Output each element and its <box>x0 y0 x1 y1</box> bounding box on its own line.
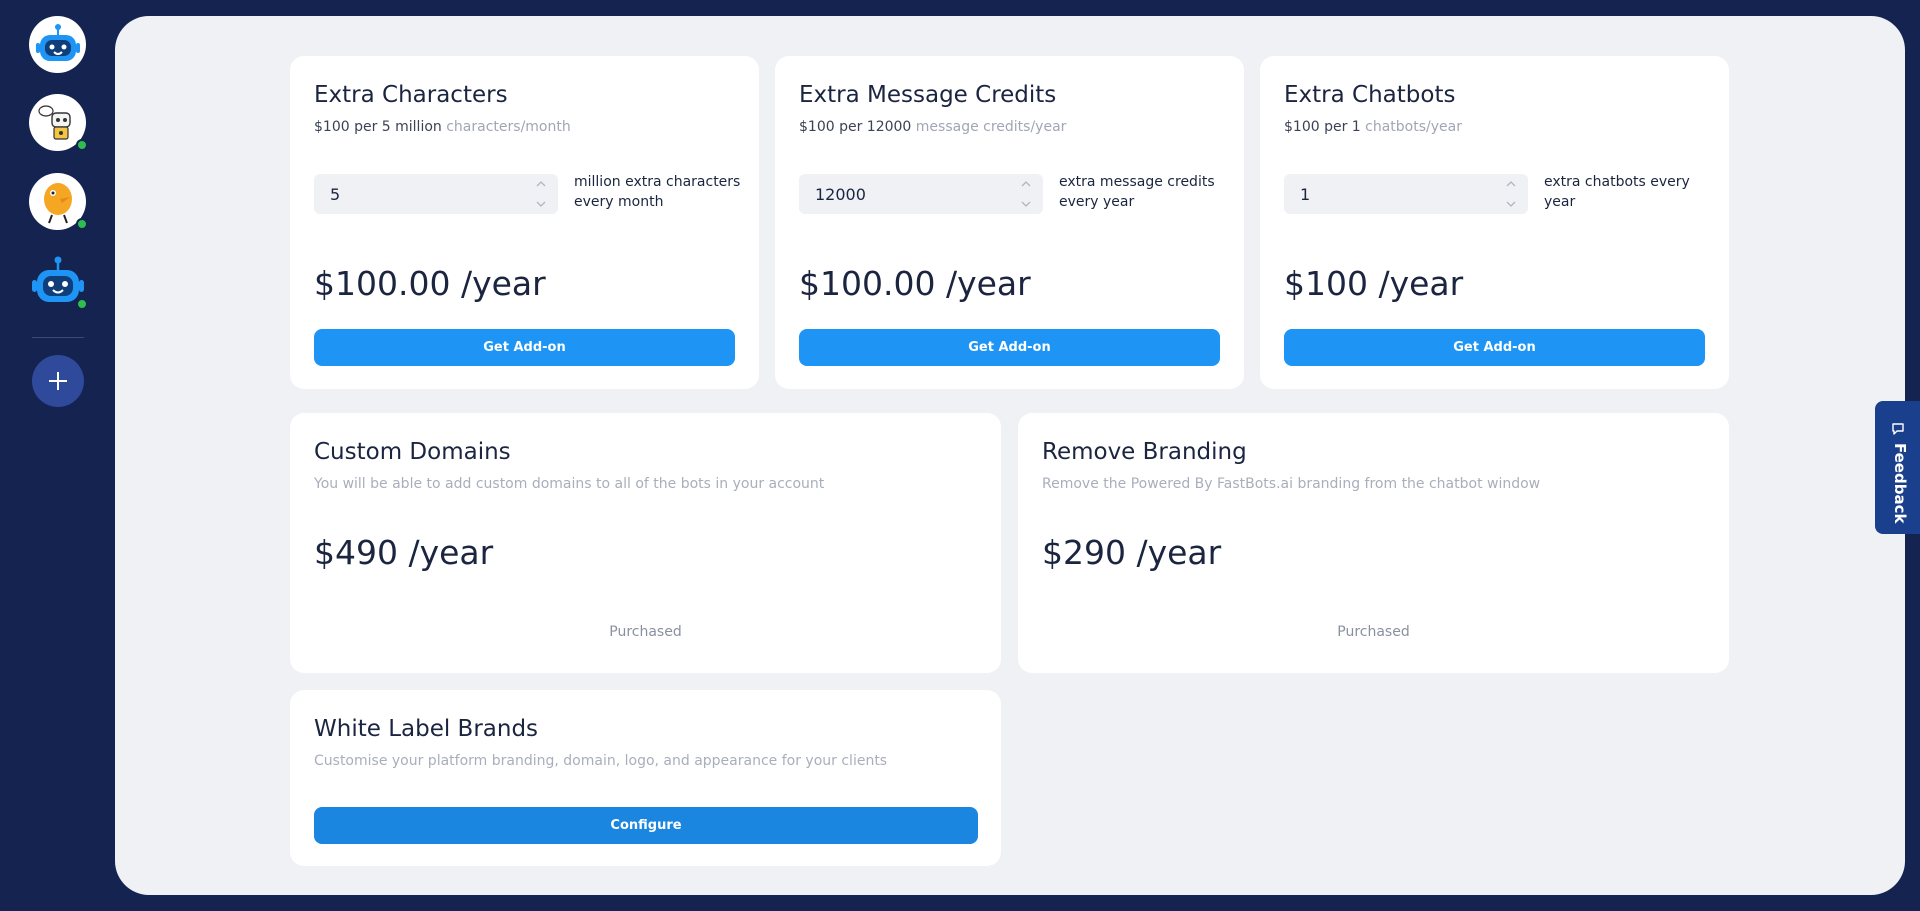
card-description: Customise your platform branding, domain… <box>314 753 888 769</box>
get-addon-button[interactable]: Get Add-on <box>1284 329 1705 366</box>
chevron-up-icon[interactable] <box>1021 181 1031 187</box>
card-price: $100 /year <box>1284 264 1464 303</box>
card-price: $290 /year <box>1042 533 1222 572</box>
card-title: White Label Brands <box>314 716 539 742</box>
bot-avatar-3[interactable] <box>29 173 88 230</box>
quantity-stepper[interactable] <box>1021 181 1031 207</box>
robot-thinking-icon <box>37 104 71 140</box>
quantity-stepper[interactable] <box>536 181 546 207</box>
online-status-dot <box>76 139 88 151</box>
add-bot-button[interactable] <box>32 355 84 407</box>
addon-card-extra-message-credits: Extra Message Credits $100 per 12000 mes… <box>775 56 1244 389</box>
card-title: Custom Domains <box>314 439 511 465</box>
online-status-dot <box>76 218 88 230</box>
configure-button[interactable]: Configure <box>314 807 978 844</box>
purchased-status: Purchased <box>609 624 682 640</box>
sidebar <box>0 0 115 911</box>
quantity-label: extra message credits every year <box>1059 174 1215 210</box>
card-price-line: $100 per 12000 message credits/year <box>799 119 1066 135</box>
card-price-line: $100 per 1 chatbots/year <box>1284 119 1462 135</box>
bot-avatar-4[interactable] <box>29 253 88 310</box>
card-price: $100.00 /year <box>799 264 1031 303</box>
card-title: Remove Branding <box>1042 439 1247 465</box>
unit-label: chatbots/year <box>1365 119 1462 135</box>
card-price: $490 /year <box>314 533 494 572</box>
addon-card-extra-characters: Extra Characters $100 per 5 million char… <box>290 56 759 389</box>
price-per-unit: $100 per 12000 <box>799 119 912 135</box>
bot-avatar-1[interactable] <box>29 16 86 73</box>
chevron-up-icon[interactable] <box>536 181 546 187</box>
yellow-mascot-icon <box>43 182 72 223</box>
addon-card-white-label-brands: White Label Brands Customise your platfo… <box>290 690 1001 866</box>
addon-card-remove-branding: Remove Branding Remove the Powered By Fa… <box>1018 413 1729 673</box>
card-title: Extra Characters <box>314 82 508 108</box>
chevron-down-icon[interactable] <box>1506 201 1516 207</box>
card-price-line: $100 per 5 million characters/month <box>314 119 571 135</box>
addon-card-extra-chatbots: Extra Chatbots $100 per 1 chatbots/year … <box>1260 56 1729 389</box>
plus-icon <box>49 372 67 390</box>
quantity-input[interactable]: 1 <box>1284 174 1528 214</box>
online-status-dot <box>76 298 88 310</box>
chevron-up-icon[interactable] <box>1506 181 1516 187</box>
quantity-input[interactable]: 5 <box>314 174 558 214</box>
get-addon-button[interactable]: Get Add-on <box>314 329 735 366</box>
quantity-value: 1 <box>1300 184 1311 204</box>
get-addon-button[interactable]: Get Add-on <box>799 329 1220 366</box>
robot-logo-icon <box>35 23 80 61</box>
chevron-down-icon[interactable] <box>1021 201 1031 207</box>
card-title: Extra Message Credits <box>799 82 1057 108</box>
quantity-label: extra chatbots every year <box>1544 174 1690 210</box>
quantity-input[interactable]: 12000 <box>799 174 1043 214</box>
feedback-tab[interactable]: Feedback <box>1875 401 1920 534</box>
bot-avatar-2[interactable] <box>29 94 88 151</box>
main-panel: Extra Characters $100 per 5 million char… <box>115 16 1905 895</box>
unit-label: message credits/year <box>915 119 1067 135</box>
price-per-unit: $100 per 1 <box>1284 119 1361 135</box>
quantity-value: 12000 <box>815 184 866 204</box>
chevron-down-icon[interactable] <box>536 201 546 207</box>
card-description: Remove the Powered By FastBots.ai brandi… <box>1042 476 1541 492</box>
unit-label: characters/month <box>446 119 571 135</box>
addon-card-custom-domains: Custom Domains You will be able to add c… <box>290 413 1001 673</box>
quantity-value: 5 <box>330 184 341 204</box>
card-title: Extra Chatbots <box>1284 82 1456 108</box>
quantity-label: million extra characters every month <box>574 174 741 210</box>
chat-bubble-icon <box>1892 423 1904 435</box>
quantity-stepper[interactable] <box>1506 181 1516 207</box>
card-description: You will be able to add custom domains t… <box>314 476 825 492</box>
card-price: $100.00 /year <box>314 264 546 303</box>
sidebar-divider <box>32 337 84 338</box>
price-per-unit: $100 per 5 million <box>314 119 442 135</box>
feedback-label: Feedback <box>1891 443 1909 524</box>
purchased-status: Purchased <box>1337 624 1410 640</box>
